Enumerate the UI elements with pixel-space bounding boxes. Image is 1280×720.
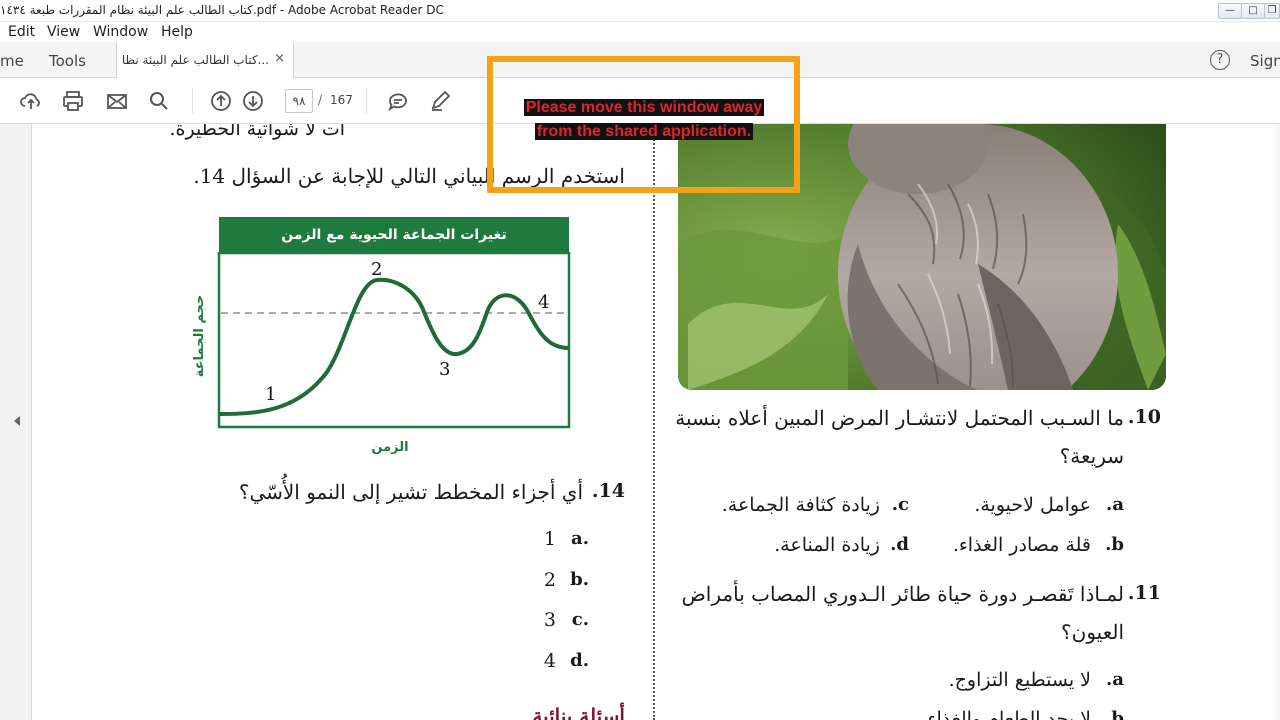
option-14b-letter: .b <box>570 569 589 590</box>
shared-app-warning-text: Please move this window away from the sh… <box>513 96 775 144</box>
point-label-2: 2 <box>371 259 382 280</box>
option-11a-text: لا يستطيع التزاوج. <box>948 669 1091 691</box>
menu-help[interactable]: Help <box>161 24 193 40</box>
restore-button[interactable]: ❐ <box>1264 3 1280 19</box>
question-10-line2: سريعة؟ <box>1059 444 1124 468</box>
question-14-number: 14. <box>591 480 625 502</box>
menu-edit[interactable]: Edit <box>8 24 35 40</box>
upload-icon[interactable] <box>19 89 45 113</box>
window-title: كتاب الطالب علم البيئة نظام المقررات طبع… <box>0 3 444 17</box>
document-tab-label: كتاب الطالب علم البيئة نظا... <box>121 53 269 67</box>
option-14b-value: 2 <box>543 569 556 591</box>
option-10b-text: قلة مصادر الغذاء. <box>952 534 1091 556</box>
menu-bar: Edit View Window Help <box>0 22 1280 42</box>
warning-line-2: from the shared application. <box>534 123 754 140</box>
toolbar-divider <box>192 88 193 114</box>
pen-icon[interactable] <box>428 89 454 113</box>
search-icon[interactable] <box>147 89 173 113</box>
page-column-divider <box>653 124 655 720</box>
option-10b-letter: b. <box>1105 534 1124 555</box>
question-11-line2: العيون؟ <box>1061 620 1124 644</box>
population-chart: 1 2 3 4 <box>217 252 571 429</box>
toolbar-divider <box>366 88 367 114</box>
comment-icon[interactable] <box>386 89 412 113</box>
option-14a-letter: .a <box>571 528 589 549</box>
minimize-button[interactable]: — <box>1218 3 1242 19</box>
question-11-number: 11. <box>1127 582 1161 604</box>
option-10d-text: زيادة المناعة. <box>774 534 880 556</box>
page-total: 167 <box>330 93 353 107</box>
chart-xlabel: الزمن <box>371 440 409 455</box>
option-14a-value: 1 <box>543 528 556 550</box>
option-10a-text: عوامل لاحيوية. <box>974 494 1091 516</box>
maximize-button[interactable]: □ <box>1241 3 1265 19</box>
chart-ylabel: حجم الجماعة <box>192 294 207 378</box>
close-tab-icon[interactable]: × <box>274 51 285 66</box>
option-11b-letter: b. <box>1105 708 1124 720</box>
option-10c-letter: c. <box>891 494 909 515</box>
page-number-input[interactable]: ٩٨ <box>285 89 313 113</box>
question-11-line1: لمـاذا تَقصـر دورة حياة طائر الـدوري الم… <box>681 582 1124 606</box>
menu-view[interactable]: View <box>47 24 80 40</box>
section-heading: أسئلة بنائية <box>532 704 625 720</box>
scrollbar[interactable] <box>1275 124 1280 720</box>
menu-window[interactable]: Window <box>93 24 148 40</box>
help-icon[interactable]: ? <box>1210 50 1230 70</box>
option-10a-letter: a. <box>1106 494 1124 515</box>
expand-panel-icon[interactable] <box>14 416 20 426</box>
chart-title: تغيرات الجماعة الحيوية مع الزمن <box>219 217 569 253</box>
option-11b-text: لا يجد الطعام والغذاء. <box>921 708 1092 720</box>
page-separator: / <box>318 93 323 107</box>
option-14c-value: 3 <box>543 609 556 631</box>
question-14-text: أي أجزاء المخطط تشير إلى النمو الأُسّي؟ <box>238 480 583 504</box>
document-view[interactable]: ات لا شواتية الحطيرة. استخدم الرسم البيا… <box>0 124 1280 720</box>
warning-line-1: Please move this window away <box>523 99 765 116</box>
option-10c-text: زيادة كثافة الجماعة. <box>721 494 880 516</box>
print-icon[interactable] <box>61 89 87 113</box>
point-label-3: 3 <box>439 359 450 380</box>
mail-icon[interactable] <box>105 89 131 113</box>
sign-in-button[interactable]: Sign <box>1250 52 1280 70</box>
tab-home[interactable]: me <box>0 52 24 70</box>
page-down-icon[interactable] <box>241 89 267 113</box>
left-panel-gutter <box>0 124 32 720</box>
question-10-number: 10. <box>1127 406 1161 428</box>
point-label-1: 1 <box>265 384 276 405</box>
question-10-line1: ما السـبب المحتمل لانتشـار المرض المبين … <box>675 406 1124 430</box>
tab-document[interactable]: كتاب الطالب علم البيئة نظا... × <box>116 42 294 78</box>
option-10d-letter: d. <box>890 534 909 555</box>
tab-tools[interactable]: Tools <box>49 52 86 70</box>
cut-top-text: ات لا شواتية الحطيرة. <box>169 124 345 140</box>
option-11a-letter: a. <box>1106 669 1124 690</box>
page-up-icon[interactable] <box>209 89 235 113</box>
option-14d-value: 4 <box>543 650 556 672</box>
option-14c-letter: .c <box>571 609 589 630</box>
point-label-4: 4 <box>538 292 549 313</box>
option-14d-letter: .d <box>570 650 589 671</box>
title-bar: كتاب الطالب علم البيئة نظام المقررات طبع… <box>0 0 1280 22</box>
